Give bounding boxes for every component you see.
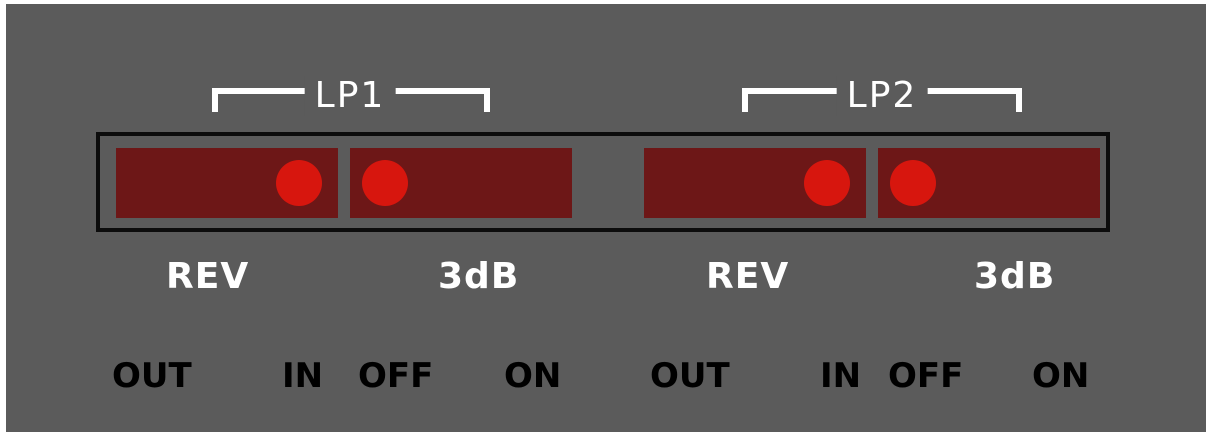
lp1-rev-led-indicator: [276, 160, 322, 206]
lp2-rev-in-label: IN: [820, 356, 862, 396]
lp1-title: LP1: [304, 76, 396, 116]
lp2-3db-switch[interactable]: [878, 148, 1100, 218]
lp2-3db-label: 3dB: [974, 256, 1056, 297]
lp1-3db-on-label: ON: [504, 356, 562, 396]
lp2-rev-led-indicator: [804, 160, 850, 206]
lp2-3db-on-label: ON: [1032, 356, 1090, 396]
lp1-rev-label: REV: [166, 256, 250, 297]
lp1-3db-off-label: OFF: [358, 356, 434, 396]
lp2-title: LP2: [836, 76, 928, 116]
lp1-rev-out-label: OUT: [112, 356, 192, 396]
lp2-rev-label: REV: [706, 256, 790, 297]
lp1-3db-label: 3dB: [438, 256, 520, 297]
lp1-rev-in-label: IN: [282, 356, 324, 396]
lp2-3db-led-indicator: [890, 160, 936, 206]
lp2-rev-switch[interactable]: [644, 148, 866, 218]
lp1-rev-switch[interactable]: [116, 148, 338, 218]
lp2-3db-off-label: OFF: [888, 356, 964, 396]
lp1-3db-switch[interactable]: [350, 148, 572, 218]
lp2-rev-out-label: OUT: [650, 356, 730, 396]
lp1-3db-led-indicator: [362, 160, 408, 206]
